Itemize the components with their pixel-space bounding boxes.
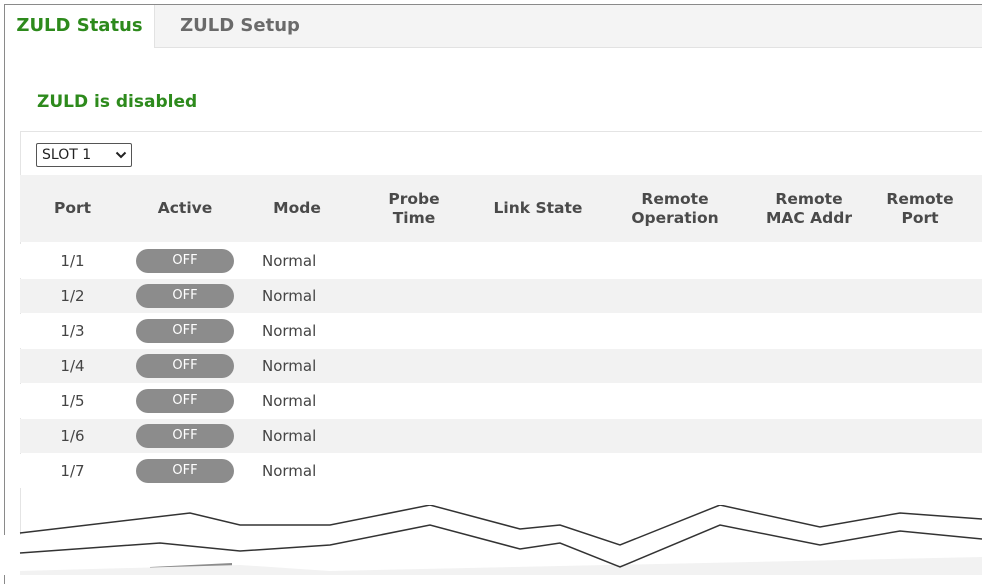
- active-toggle[interactable]: OFF: [136, 459, 234, 483]
- active-toggle[interactable]: OFF: [136, 249, 234, 273]
- port-cell: 1/7: [60, 462, 85, 480]
- tab-zuld-status[interactable]: ZULD Status: [5, 5, 155, 48]
- table-row: 1/4 OFF Normal: [20, 349, 982, 383]
- column-header-probe-time-line1: Probe: [388, 189, 440, 208]
- table-row: 1/7 OFF Normal: [20, 454, 982, 488]
- divider: [20, 131, 982, 132]
- active-toggle[interactable]: OFF: [136, 284, 234, 308]
- column-header-link-state: Link State: [493, 199, 583, 218]
- mode-cell: Normal: [262, 322, 317, 340]
- column-header-probe-time: Probe Time: [376, 175, 452, 242]
- mode-cell: Normal: [262, 357, 317, 375]
- table-row: 1/6 OFF Normal: [20, 419, 982, 453]
- slot-select-value: SLOT 1: [42, 147, 92, 163]
- mode-cell: Normal: [262, 462, 317, 480]
- table-header: Port Active Mode Probe Time Link State R…: [20, 175, 982, 242]
- screenshot-break: [0, 505, 982, 575]
- active-toggle[interactable]: OFF: [136, 319, 234, 343]
- tab-bar: ZULD Status ZULD Setup: [5, 5, 982, 48]
- port-cell: 1/3: [60, 322, 85, 340]
- column-header-port: Port: [53, 199, 92, 218]
- column-header-remote-mac-addr-line1: Remote: [775, 189, 843, 208]
- port-cell: 1/2: [60, 287, 85, 305]
- port-cell: 1/6: [60, 427, 85, 445]
- table-row: 1/5 OFF Normal: [20, 384, 982, 418]
- column-header-remote-operation-line2: Operation: [631, 208, 719, 227]
- mode-cell: Normal: [262, 252, 317, 270]
- zuld-status-message: ZULD is disabled: [37, 92, 198, 112]
- active-toggle[interactable]: OFF: [136, 424, 234, 448]
- port-cell: 1/1: [60, 252, 85, 270]
- column-header-remote-port: Remote Port: [880, 175, 960, 242]
- mode-cell: Normal: [262, 392, 317, 410]
- column-header-remote-operation-line1: Remote: [641, 189, 709, 208]
- port-cell: 1/5: [60, 392, 85, 410]
- table-row: 1/2 OFF Normal: [20, 279, 982, 313]
- mode-cell: Normal: [262, 287, 317, 305]
- column-header-remote-port-line1: Remote: [886, 189, 954, 208]
- slot-select[interactable]: SLOT 1: [36, 143, 132, 167]
- port-cell: 1/4: [60, 357, 85, 375]
- column-header-remote-operation: Remote Operation: [610, 175, 740, 242]
- column-header-remote-port-line2: Port: [901, 208, 939, 227]
- column-header-active: Active: [157, 199, 213, 218]
- column-header-remote-mac-addr: Remote MAC Addr: [754, 175, 864, 242]
- mode-cell: Normal: [262, 427, 317, 445]
- active-toggle[interactable]: OFF: [136, 389, 234, 413]
- table-row: 1/3 OFF Normal: [20, 314, 982, 348]
- chevron-down-icon: [115, 151, 127, 159]
- active-toggle[interactable]: OFF: [136, 354, 234, 378]
- table-row: 1/1 OFF Normal: [20, 244, 982, 278]
- column-header-remote-mac-addr-line2: MAC Addr: [765, 208, 853, 227]
- column-header-probe-time-line2: Time: [392, 208, 436, 227]
- column-header-mode: Mode: [273, 199, 321, 218]
- tab-zuld-setup[interactable]: ZULD Setup: [165, 5, 315, 48]
